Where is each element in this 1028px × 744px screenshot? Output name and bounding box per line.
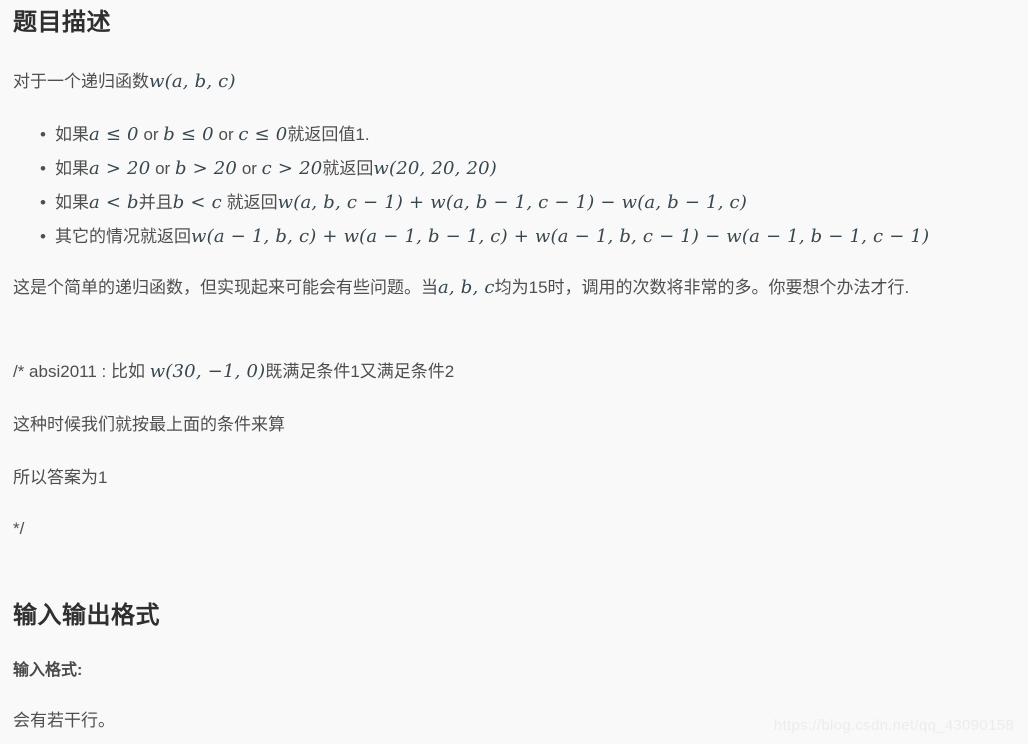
subsection-title-input-format: 输入格式: [13,662,83,679]
bullet-icon: • [40,227,46,246]
bullet-icon: • [40,159,46,178]
list-item: • 其它的情况就返回w(a − 1, b, c) + w(a − 1, b − 1… [13,220,1023,254]
rules-list: • 如果a ≤ 0 or b ≤ 0 or c ≤ 0就返回值1. • 如果a > … [13,118,1023,254]
section-title-io-format: 输入输出格式 [13,602,160,629]
rule-math-1: a < b [89,192,139,213]
rule-mid: 并且 [138,193,173,212]
rule-math-2: b > 20 [174,158,238,179]
intro-paragraph: 对于一个递归函数w(a, b, c) [13,68,1018,96]
rule-suffix: 就返回 [322,159,374,178]
comment-open-math: w(30, −1, 0) [149,361,266,382]
rule-math-tail: w(20, 20, 20) [373,158,498,179]
intro-text: 对于一个递归函数 [13,72,149,91]
note-math-variables: a, b, c [438,277,495,298]
rule-suffix: 就返回 [221,193,278,212]
watermark-url: https://blog.csdn.net/qq_43090158 [773,717,1014,734]
rule-math-tail: w(a − 1, b, c) + w(a − 1, b − 1, c) + w(… [191,226,930,247]
note-text-2: 均为15时，调用的次数将非常的多。你要想个办法才行. [494,278,910,297]
comment-close-marker: */ [13,519,25,538]
page-title-problem-description: 题目描述 [13,9,111,36]
rule-prefix: 如果 [55,159,89,178]
comment-line-2: 这种时候我们就按最上面的条件来算 [13,415,285,434]
rule-prefix: 如果 [55,193,89,212]
comment-line-3: 所以答案为1 [13,468,108,487]
rule-separator-1: or [138,125,164,144]
rule-math-2: b ≤ 0 [163,124,214,145]
comment-open-line: /* absi2011 : 比如 w(30, −1, 0)既满足条件1又满足条件… [13,358,1018,386]
rule-math-3: c ≤ 0 [238,124,288,145]
rule-math-tail: w(a, b, c − 1) + w(a, b − 1, c − 1) − w(… [277,192,748,213]
document-page: 题目描述 对于一个递归函数w(a, b, c) • 如果a ≤ 0 or b ≤ … [0,0,1028,744]
bullet-icon: • [40,193,46,212]
rule-math-1: a > 20 [89,158,151,179]
list-item: • 如果a < b并且b < c 就返回w(a, b, c − 1) + w(a,… [13,186,1023,220]
list-item: • 如果a > 20 or b > 20 or c > 20就返回w(20, 20… [13,152,1023,186]
bullet-icon: • [40,125,46,144]
rule-prefix: 其它的情况就返回 [55,227,191,246]
note-text-1: 这是个简单的递归函数，但实现起来可能会有些问题。当 [13,278,438,297]
rule-math-3: c > 20 [261,158,323,179]
rule-math-1: a ≤ 0 [89,124,139,145]
rule-math-2: b < c [172,192,222,213]
rule-separator-2: or [213,125,239,144]
intro-math-expression: w(a, b, c) [149,71,236,92]
rule-separator-1: or [150,159,175,178]
note-paragraph: 这是个简单的递归函数，但实现起来可能会有些问题。当a, b, c均为15时，调用… [13,274,1018,302]
comment-open-prefix: /* absi2011 : 比如 [13,362,150,381]
rule-prefix: 如果 [55,125,89,144]
rule-separator-2: or [237,159,262,178]
list-item: • 如果a ≤ 0 or b ≤ 0 or c ≤ 0就返回值1. [13,118,1023,152]
comment-open-suffix: 既满足条件1又满足条件2 [265,362,455,381]
rule-suffix: 就返回值1. [287,125,370,144]
